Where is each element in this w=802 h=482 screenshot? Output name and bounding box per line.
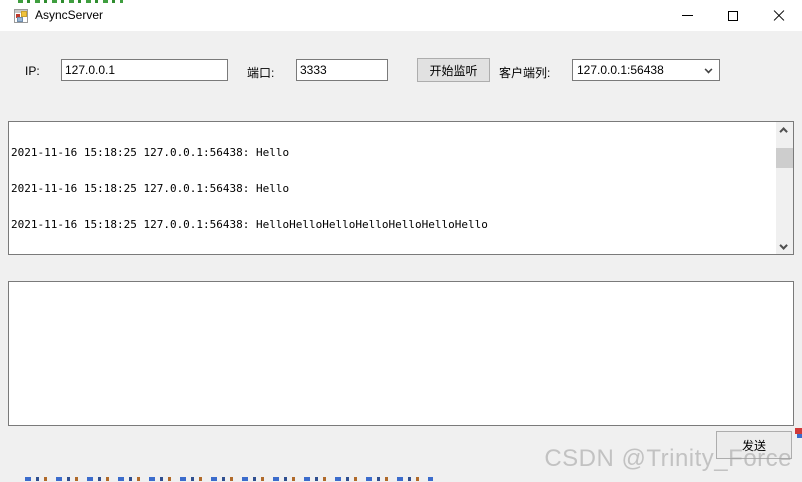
maximize-icon bbox=[728, 10, 738, 21]
send-button[interactable]: 发送 bbox=[716, 431, 792, 459]
cutoff-ide-row-bottom bbox=[25, 477, 433, 481]
clients-selected-value: 127.0.0.1:56438 bbox=[577, 63, 664, 77]
log-line: 2021-11-16 15:18:25 127.0.0.1:56438: Hel… bbox=[11, 218, 488, 231]
cutoff-text-fragment bbox=[18, 0, 123, 3]
start-listen-button[interactable]: 开始监听 bbox=[417, 58, 490, 82]
cutoff-ide-row-top bbox=[0, 0, 802, 3]
scroll-up-icon bbox=[778, 126, 788, 136]
clients-label: 客户端列: bbox=[499, 66, 551, 80]
chevron-down-icon bbox=[704, 65, 713, 74]
port-label: 端口: bbox=[247, 66, 275, 80]
clients-combobox[interactable]: 127.0.0.1:56438 bbox=[572, 59, 720, 81]
scrollbar-thumb[interactable] bbox=[776, 148, 793, 168]
window-title: AsyncServer bbox=[35, 8, 104, 22]
maximize-button[interactable] bbox=[710, 0, 756, 31]
log-vertical-scrollbar[interactable] bbox=[776, 122, 793, 254]
close-button[interactable] bbox=[756, 0, 802, 31]
port-input[interactable] bbox=[296, 59, 388, 81]
app-icon bbox=[14, 9, 28, 23]
async-server-window: AsyncServer IP: 端口: 开始监听 客户端列: 127.0.0.1… bbox=[0, 0, 802, 482]
titlebar[interactable]: AsyncServer bbox=[0, 0, 802, 31]
ip-label: IP: bbox=[25, 64, 40, 78]
scroll-down-icon bbox=[778, 240, 788, 250]
log-line: 2021-11-16 15:18:25 127.0.0.1:56438: Hel… bbox=[11, 182, 290, 195]
scroll-up-button[interactable] bbox=[776, 122, 793, 137]
close-icon bbox=[773, 9, 785, 22]
log-lines: 2021-11-16 15:18:25 127.0.0.1:56438: Hel… bbox=[11, 123, 774, 253]
ip-input[interactable] bbox=[61, 59, 228, 81]
minimize-icon bbox=[681, 15, 693, 16]
message-input[interactable] bbox=[8, 281, 794, 426]
minimize-button[interactable] bbox=[664, 0, 710, 31]
log-line: 2021-11-16 15:18:25 127.0.0.1:56438: Hel… bbox=[11, 146, 290, 159]
watermark-logo-fragment bbox=[795, 428, 802, 438]
scroll-down-button[interactable] bbox=[776, 239, 793, 254]
log-textbox[interactable]: 2021-11-16 15:18:25 127.0.0.1:56438: Hel… bbox=[8, 121, 794, 255]
